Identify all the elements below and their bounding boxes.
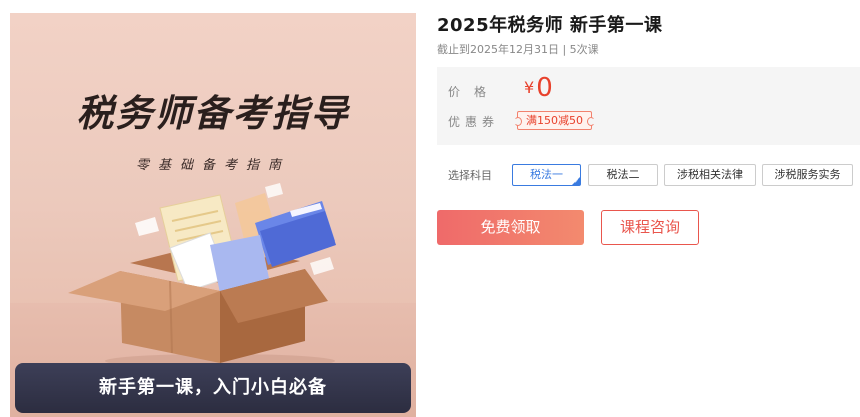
subject-option-label: 税法二 xyxy=(606,168,640,181)
price-panel: 价格 ¥0 优惠券 满150减50 xyxy=(437,67,860,145)
price-label: 价格 xyxy=(448,85,501,99)
subject-option-1[interactable]: 税法一 ✓ xyxy=(512,164,581,186)
subject-option-label: 涉税服务实务 xyxy=(774,168,841,181)
course-title: 2025年税务师 新手第一课 xyxy=(437,15,663,36)
cover-title: 税务师备考指导 xyxy=(76,92,350,135)
course-consult-button[interactable]: 课程咨询 xyxy=(601,210,699,245)
cover-banner: 新手第一课，入门小白必备 xyxy=(15,363,411,413)
course-page: 税务师备考指导 零基础备考指南 新手第一课，入门小白必备 2025年税务师 新手… xyxy=(0,0,860,417)
subject-option-4[interactable]: 涉税服务实务 xyxy=(762,164,853,186)
subject-option-2[interactable]: 税法二 xyxy=(588,164,658,186)
price-value: ¥0 xyxy=(524,73,553,103)
coupon-label: 优惠券 xyxy=(448,115,500,129)
subject-option-3[interactable]: 涉税相关法律 xyxy=(664,164,756,186)
check-icon: ✓ xyxy=(573,178,579,185)
subject-option-label: 涉税相关法律 xyxy=(677,168,743,181)
subject-label: 选择科目 xyxy=(448,169,492,182)
course-cover-image[interactable]: 税务师备考指导 零基础备考指南 新手第一课，入门小白必备 xyxy=(10,13,416,417)
subject-option-label: 税法一 xyxy=(530,168,563,181)
cover-subtitle: 零基础备考指南 xyxy=(135,158,290,173)
box-illustration xyxy=(68,183,336,368)
currency-symbol: ¥ xyxy=(524,78,535,97)
price-amount: 0 xyxy=(536,73,553,103)
free-claim-button[interactable]: 免费领取 xyxy=(437,210,584,245)
course-meta: 截止到2025年12月31日 | 5次课 xyxy=(437,43,599,56)
coupon-badge[interactable]: 满150减50 xyxy=(514,111,595,130)
